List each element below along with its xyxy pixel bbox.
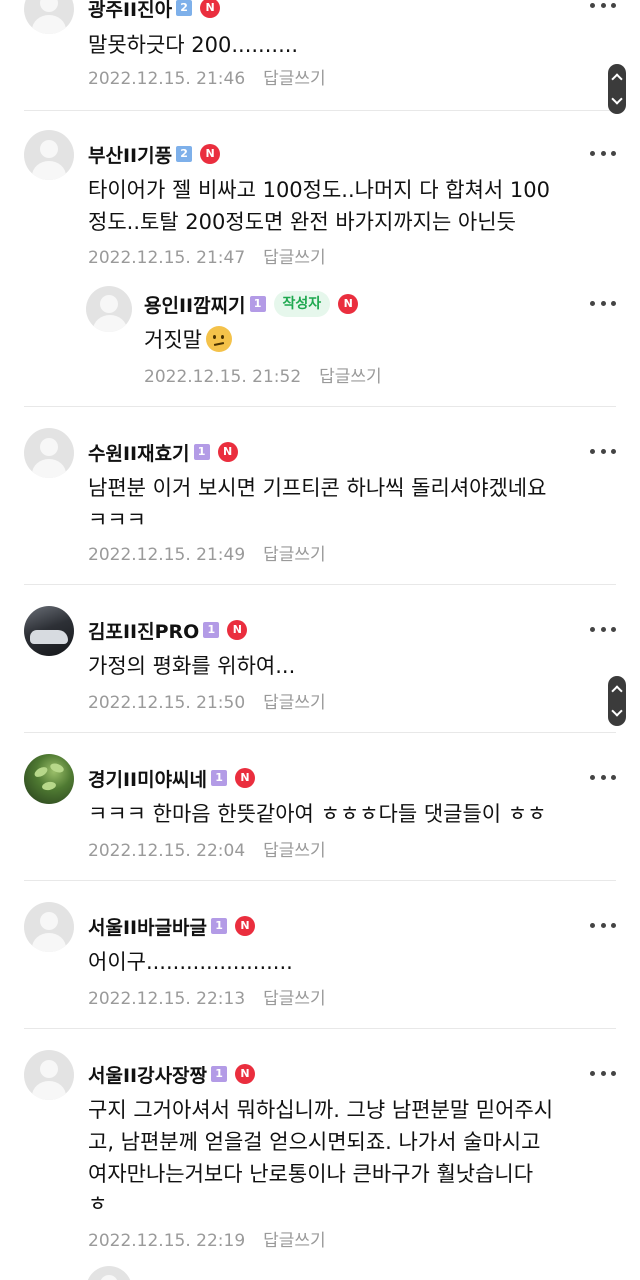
comment-header: 김포II진PRO 1 N (88, 616, 248, 644)
scroll-control-icon[interactable] (608, 64, 626, 114)
more-options-icon[interactable] (590, 1068, 616, 1078)
comment-date: 2022.12.15. 21:47 (88, 248, 246, 268)
avatar[interactable] (86, 286, 132, 332)
comment-meta: 2022.12.15. 21:52 답글쓰기 (144, 362, 382, 387)
divider (24, 880, 616, 881)
comment-date: 2022.12.15. 21:52 (144, 367, 302, 387)
reply-button[interactable]: 답글쓰기 (319, 367, 382, 387)
avatar[interactable] (86, 1266, 132, 1280)
comment-header: 부산II기풍 2 N (88, 140, 221, 168)
author-name[interactable]: 광주II진아 (88, 0, 172, 22)
comment-date: 2022.12.15. 22:19 (88, 1231, 246, 1251)
grade-badge: 2 (176, 0, 193, 16)
comment-meta: 2022.12.15. 22:04 답글쓰기 (88, 836, 326, 861)
avatar[interactable] (24, 1050, 74, 1100)
author-name[interactable]: 부산II기풍 (88, 141, 172, 168)
comment-date: 2022.12.15. 22:04 (88, 841, 246, 861)
more-options-icon[interactable] (590, 772, 616, 782)
comment-header: 서울II강사장짱 1 N (88, 1060, 256, 1088)
comment-header: 수원II재효기 1 N (88, 438, 238, 466)
avatar[interactable] (24, 902, 74, 952)
comment-meta: 2022.12.15. 22:13 답글쓰기 (88, 984, 326, 1009)
comment-header: 경기II미야씨네 1 N (88, 764, 256, 792)
author-tag: 작성자 (273, 291, 331, 317)
reply-button[interactable]: 답글쓰기 (263, 693, 326, 713)
new-badge: N (338, 294, 359, 314)
comment-text: 말못하긋다 200.......... (88, 33, 299, 57)
divider (24, 110, 616, 111)
more-options-icon[interactable] (590, 298, 616, 308)
avatar[interactable] (24, 606, 74, 656)
reply-button[interactable]: 답글쓰기 (263, 989, 326, 1009)
new-badge: N (200, 0, 221, 18)
divider (24, 406, 616, 407)
reply-button[interactable]: 답글쓰기 (263, 69, 326, 89)
new-badge: N (200, 144, 221, 164)
divider (24, 1028, 616, 1029)
grade-badge: 1 (249, 296, 266, 312)
reply-button[interactable]: 답글쓰기 (263, 1231, 326, 1251)
more-options-icon[interactable] (590, 920, 616, 930)
comment-text: ㅎ (88, 1192, 108, 1216)
comment-meta: 2022.12.15. 21:47 답글쓰기 (88, 243, 326, 268)
comment-header: 광주II진아 2 N (88, 0, 221, 22)
comment-meta: 2022.12.15. 21:50 답글쓰기 (88, 688, 326, 713)
scroll-control-icon[interactable] (608, 676, 626, 726)
author-name[interactable]: 김포II진PRO (88, 617, 199, 644)
confused-face-icon (205, 326, 232, 352)
grade-badge: 1 (203, 622, 220, 638)
comment-text: 타이어가 젤 비싸고 100정도..나머지 다 합쳐서 100 (88, 178, 551, 202)
comment-text-content: 거짓말 (144, 328, 202, 352)
grade-badge: 2 (176, 146, 193, 162)
avatar[interactable] (24, 428, 74, 478)
grade-badge: 1 (211, 1066, 228, 1082)
comment-text: 여자만나는거보다 난로통이나 큰바구가 훨낫습니다 (88, 1162, 534, 1186)
new-badge: N (235, 768, 256, 788)
comment-meta: 2022.12.15. 21:49 답글쓰기 (88, 540, 326, 565)
more-options-icon[interactable] (590, 446, 616, 456)
new-badge: N (235, 1064, 256, 1084)
avatar[interactable] (24, 0, 74, 34)
divider (24, 732, 616, 733)
comment-date: 2022.12.15. 22:13 (88, 989, 246, 1009)
comment-meta: 2022.12.15. 22:19 답글쓰기 (88, 1226, 326, 1251)
comment-text: 고, 남편분께 얻을걸 얻으시면되죠. 나가서 술마시고 (88, 1130, 541, 1154)
divider (24, 584, 616, 585)
new-badge: N (217, 442, 238, 462)
comment-text: 구지 그거아셔서 뭐하십니까. 그냥 남편분말 믿어주시 (88, 1098, 554, 1122)
comment-text: 거짓말 (144, 324, 232, 356)
more-options-icon[interactable] (590, 148, 616, 158)
comment-header: 서울II바글바글 1 N (88, 912, 256, 940)
avatar[interactable] (24, 130, 74, 180)
author-name[interactable]: 용인II깜찌기 (144, 291, 246, 318)
comment-text: 정도..토탈 200정도면 완전 바가지까지는 아닌듯 (88, 210, 516, 234)
grade-badge: 1 (211, 770, 228, 786)
avatar[interactable] (24, 754, 74, 804)
comment-text: ㅋㅋㅋ 한마음 한뜻같아여 ㅎㅎㅎ다들 댓글들이 ㅎㅎ (88, 802, 547, 826)
comment-header: 용인II깜찌기 1 작성자 N (144, 290, 359, 318)
comment-text: 가정의 평화를 위하여... (88, 654, 296, 678)
comment-text: 남편분 이거 보시면 기프티콘 하나씩 돌리셔야겠네요 (88, 476, 547, 500)
new-badge: N (227, 620, 248, 640)
grade-badge: 1 (211, 918, 228, 934)
author-name[interactable]: 서울II강사장짱 (88, 1061, 207, 1088)
comment-date: 2022.12.15. 21:49 (88, 545, 246, 565)
grade-badge: 1 (193, 444, 210, 460)
comment-date: 2022.12.15. 21:46 (88, 69, 246, 89)
more-options-icon[interactable] (590, 0, 616, 10)
author-name[interactable]: 서울II바글바글 (88, 913, 207, 940)
reply-button[interactable]: 답글쓰기 (263, 545, 326, 565)
reply-button[interactable]: 답글쓰기 (263, 841, 326, 861)
author-name[interactable]: 경기II미야씨네 (88, 765, 207, 792)
new-badge: N (235, 916, 256, 936)
more-options-icon[interactable] (590, 624, 616, 634)
comment-text: 어이구...................... (88, 950, 293, 974)
author-name[interactable]: 수원II재효기 (88, 439, 190, 466)
comment-meta: 2022.12.15. 21:46 답글쓰기 (88, 64, 326, 89)
comment-date: 2022.12.15. 21:50 (88, 693, 246, 713)
reply-button[interactable]: 답글쓰기 (263, 248, 326, 268)
comment-text: ㅋㅋㅋ (88, 508, 146, 532)
